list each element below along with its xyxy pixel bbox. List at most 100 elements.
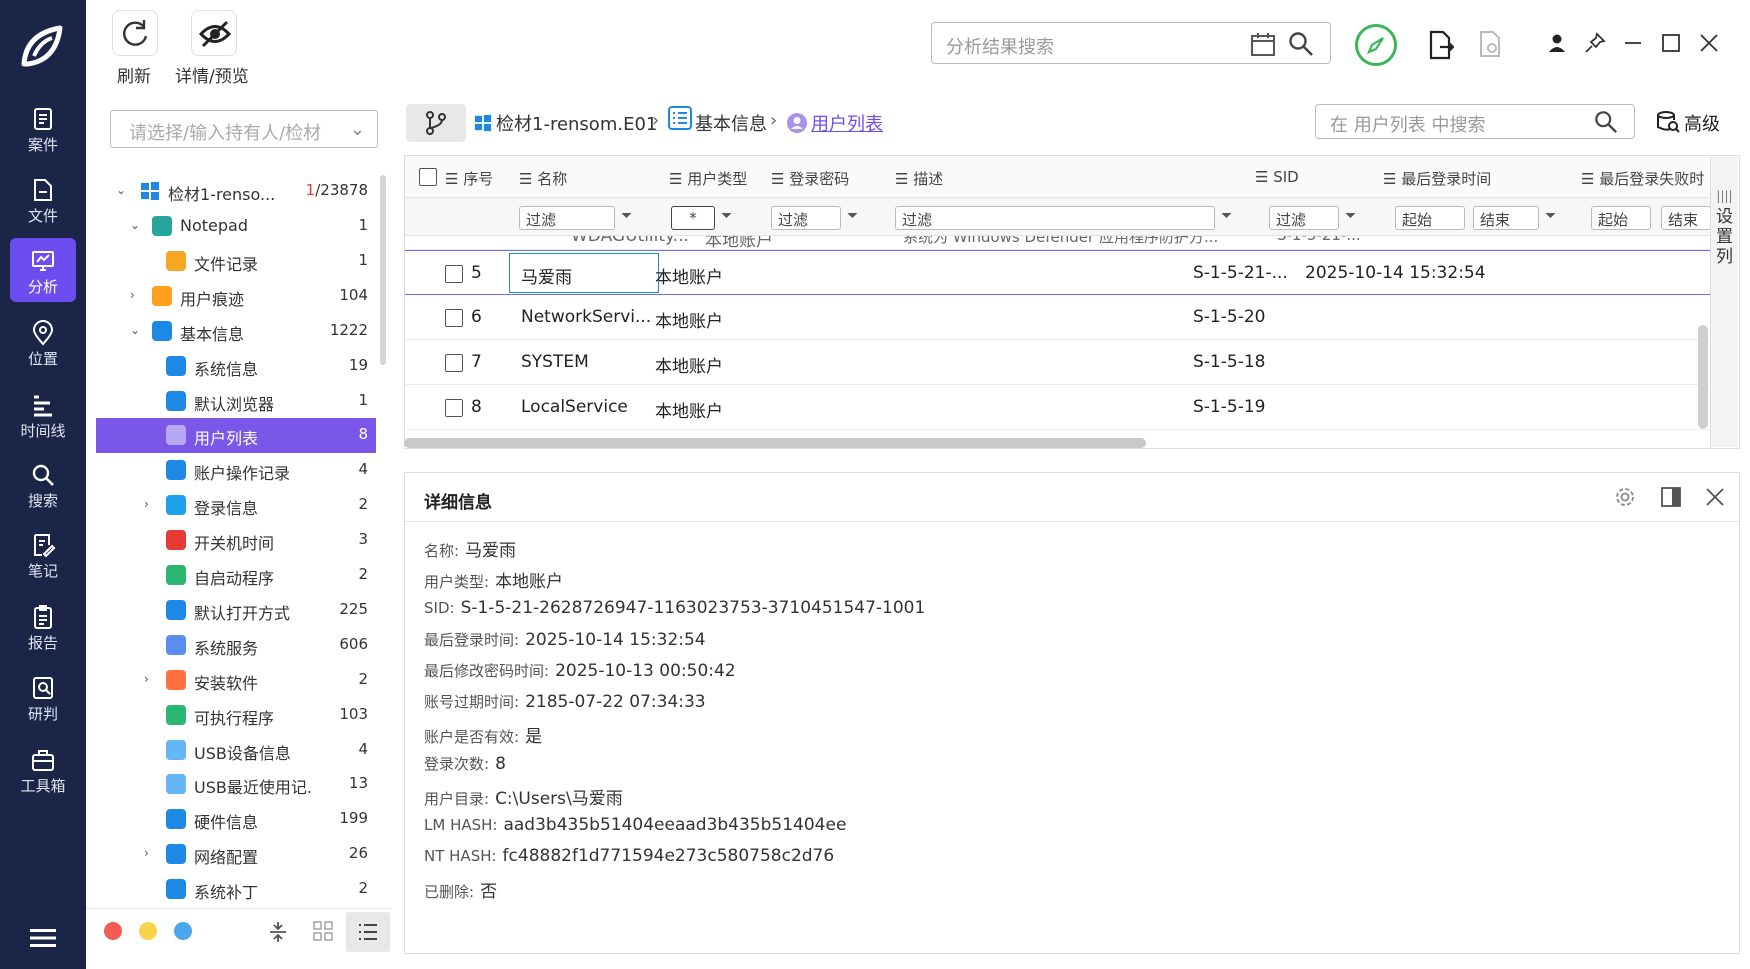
yellow-dot-tag[interactable] (139, 922, 157, 940)
search-icon[interactable] (1594, 110, 1618, 134)
nav-item-file[interactable]: 文件 (10, 167, 76, 231)
result-search-input[interactable]: 分析结果搜索 (931, 22, 1331, 64)
minimize-icon[interactable] (1620, 30, 1646, 56)
tree-item[interactable]: 硬件信息 199 (96, 802, 376, 837)
column-header-sid[interactable]: ☰ SID (1255, 156, 1299, 198)
chevron-right-icon[interactable]: › (144, 497, 156, 511)
filter-icon[interactable]: ⏷ (621, 208, 637, 226)
branch-toggle-button[interactable] (406, 104, 466, 142)
filter-icon[interactable]: ⏷ (847, 208, 863, 226)
last-fail-start-input[interactable]: 起始 (1591, 206, 1651, 230)
set-columns-button[interactable]: |||| 设置列 (1710, 157, 1738, 447)
column-header-description[interactable]: ☰ 描述 (895, 156, 943, 198)
chevron-right-icon[interactable]: › (130, 288, 142, 302)
nav-item-timeline[interactable]: 时间线 (10, 382, 76, 446)
collapse-all-icon[interactable] (266, 920, 290, 944)
nav-item-case[interactable]: 案件 (10, 96, 76, 160)
tree-item[interactable]: USB最近使用记... 13 (96, 767, 376, 802)
report-file-icon[interactable] (1478, 30, 1502, 58)
sidebar-scrollbar[interactable] (380, 175, 386, 365)
export-file-icon[interactable] (1428, 30, 1454, 60)
breadcrumb-category[interactable]: 基本信息 (695, 110, 767, 136)
table-row[interactable]: 5 马爱雨 本地账户 S-1-5-21-... 2025-10-14 15:32:54 (405, 250, 1715, 295)
tree-item[interactable]: › 登录信息 2 (96, 488, 376, 523)
column-header-last-fail[interactable]: ☰ 最后登录失败时 (1581, 156, 1704, 198)
last-login-start-input[interactable]: 起始 (1395, 206, 1465, 230)
nav-item-judge[interactable]: 研判 (10, 665, 76, 729)
type-filter-input[interactable]: * (671, 206, 715, 230)
row-checkbox[interactable] (445, 265, 463, 283)
tree-item[interactable]: 默认打开方式 225 (96, 593, 376, 628)
holder-select[interactable]: 请选择/输入持有人/检材 ⌄ (110, 110, 378, 148)
row-checkbox[interactable] (445, 309, 463, 327)
refresh-button[interactable] (112, 10, 158, 56)
chevron-right-icon[interactable]: › (144, 672, 156, 686)
column-header-password[interactable]: ☰ 登录密码 (771, 156, 849, 198)
close-panel-icon[interactable] (1704, 486, 1726, 508)
table-row[interactable]: 7 SYSTEM 本地账户 S-1-5-18 (405, 340, 1715, 385)
advanced-search-button[interactable]: 高级 (1656, 108, 1736, 138)
chevron-down-icon[interactable]: ⌄ (130, 323, 142, 337)
table-horizontal-scrollbar[interactable] (404, 438, 1146, 448)
row-checkbox[interactable] (445, 354, 463, 372)
tree-item[interactable]: ⌄ 基本信息 1222 (96, 314, 376, 349)
filter-icon[interactable]: ⏷ (1345, 208, 1361, 226)
tree-item[interactable]: 系统补丁 2 (96, 872, 376, 907)
breadcrumb-current[interactable]: 用户列表 (811, 110, 883, 136)
tree-item[interactable]: 用户列表 8 (96, 418, 376, 454)
pin-icon[interactable] (1582, 30, 1608, 56)
settings-gear-icon[interactable] (1614, 486, 1636, 508)
breadcrumb-evidence[interactable]: 检材1-rensom.E01 (496, 110, 657, 136)
nav-item-note[interactable]: 笔记 (10, 522, 76, 586)
tree-item[interactable]: 系统信息 19 (96, 349, 376, 384)
table-row[interactable]: WDAGUtility... 本地账户 系统为 Windows Defender… (405, 236, 1715, 250)
status-rocket-button[interactable] (1355, 24, 1397, 66)
tree-item[interactable]: 自启动程序 2 (96, 558, 376, 593)
last-fail-end-input[interactable]: 结束 (1661, 206, 1711, 230)
tree-item[interactable]: › 安装软件 2 (96, 663, 376, 698)
chevron-right-icon[interactable]: › (144, 846, 156, 860)
column-header-last-login[interactable]: ☰ 最后登录时间 (1383, 156, 1491, 198)
nav-item-search[interactable]: 搜索 (10, 452, 76, 516)
tree-item[interactable]: USB设备信息 4 (96, 733, 376, 768)
chevron-down-icon[interactable]: ⌄ (130, 218, 142, 232)
description-filter-input[interactable]: 过滤 (895, 206, 1215, 230)
column-header-type[interactable]: ☰ 用户类型 (669, 156, 747, 198)
detail-preview-button[interactable] (191, 10, 237, 56)
table-vertical-scrollbar[interactable] (1698, 325, 1708, 429)
tree-item[interactable]: ⌄ Notepad 1 (96, 209, 376, 244)
row-checkbox[interactable] (445, 399, 463, 417)
tree-item[interactable]: › 用户痕迹 104 (96, 279, 376, 314)
side-panel-icon[interactable] (1660, 486, 1682, 508)
close-icon[interactable] (1696, 30, 1722, 56)
table-row[interactable]: 8 LocalService 本地账户 S-1-5-19 (405, 385, 1715, 430)
search-icon[interactable] (1288, 31, 1314, 57)
select-all-checkbox[interactable] (419, 168, 437, 186)
nav-item-location[interactable]: 位置 (10, 310, 76, 374)
tree-item[interactable]: 账户操作记录 4 (96, 453, 376, 488)
filter-icon[interactable]: ⏷ (1221, 208, 1237, 226)
tree-item[interactable]: 文件记录 1 (96, 244, 376, 279)
column-header-name[interactable]: ☰ 名称 (519, 156, 567, 198)
maximize-icon[interactable] (1658, 30, 1684, 56)
last-login-end-input[interactable]: 结束 (1473, 206, 1539, 230)
calendar-icon[interactable] (1250, 31, 1276, 57)
tree-item[interactable]: 开关机时间 3 (96, 523, 376, 558)
table-search-input[interactable]: 在 用户列表 中搜索 (1315, 104, 1635, 139)
tree-item[interactable]: › 网络配置 26 (96, 837, 376, 872)
tree-root-evidence[interactable]: ⌄ 检材1-renso... 1/23878 (96, 174, 376, 209)
tree-item[interactable]: 默认浏览器 1 (96, 384, 376, 419)
column-header-no[interactable]: ☰ 序号 (445, 156, 493, 198)
table-row[interactable]: 6 NetworkServi... 本地账户 S-1-5-20 (405, 295, 1715, 340)
menu-icon[interactable] (30, 928, 56, 948)
blue-dot-tag[interactable] (174, 922, 192, 940)
list-view-button[interactable] (346, 912, 390, 952)
grid-view-icon[interactable] (312, 920, 334, 942)
tree-item[interactable]: 可执行程序 103 (96, 698, 376, 733)
sid-filter-input[interactable]: 过滤 (1269, 206, 1339, 230)
filter-icon[interactable]: ⏷ (721, 208, 737, 226)
tree-item[interactable]: 系统服务 606 (96, 628, 376, 663)
filter-icon[interactable]: ⏷ (1545, 208, 1561, 226)
name-filter-input[interactable]: 过滤 (519, 206, 615, 230)
user-icon[interactable] (1544, 30, 1570, 56)
